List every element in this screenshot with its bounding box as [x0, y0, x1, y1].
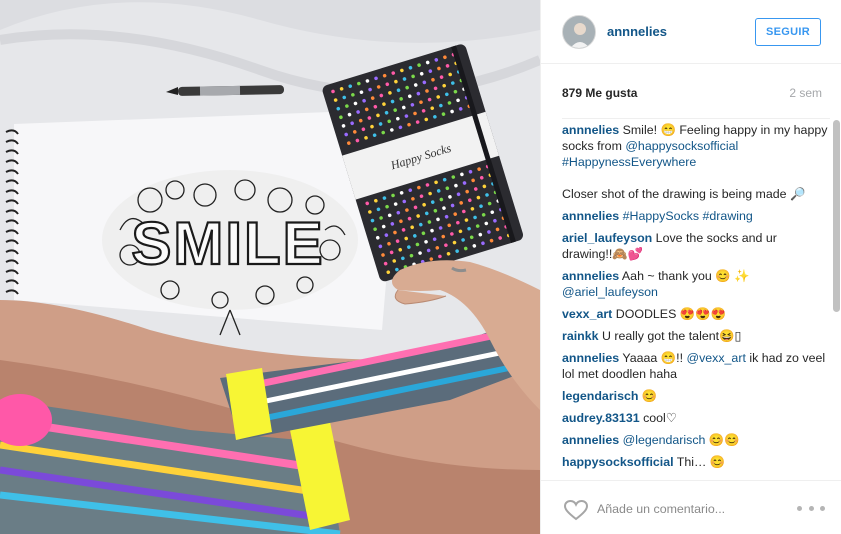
- comment-username[interactable]: vexx_art: [562, 307, 612, 321]
- comment-username[interactable]: happysocksofficial: [562, 455, 674, 469]
- comment-link[interactable]: @vexx_art: [686, 351, 745, 365]
- comment-text: U really got the talent😆▯: [598, 329, 742, 343]
- comment-link[interactable]: @happysocksofficial: [625, 139, 738, 153]
- comment-item: annnelies #HappySocks #drawing: [562, 208, 830, 224]
- comment-item: audrey.83131 cool♡: [562, 410, 830, 426]
- post-footer: [541, 480, 841, 534]
- comment-username[interactable]: annnelies: [562, 209, 619, 223]
- post-sidebar: annnelies SEGUIR 879 Me gusta 2 sem annn…: [540, 0, 841, 534]
- comment-username[interactable]: annnelies: [562, 123, 619, 137]
- comment-item: annnelies Aah ~ thank you 😊 ✨ @ariel_lau…: [562, 268, 830, 300]
- comment-username[interactable]: legendarisch: [562, 389, 638, 403]
- comment-text: DOODLES 😍😍😍: [612, 307, 727, 321]
- follow-button[interactable]: SEGUIR: [755, 18, 821, 46]
- comment-text: 😊: [638, 389, 658, 403]
- comment-link[interactable]: @ariel_laufeyson: [562, 285, 658, 299]
- avatar[interactable]: [562, 15, 596, 49]
- header-username[interactable]: annnelies: [607, 24, 667, 39]
- more-options-icon[interactable]: [797, 501, 825, 515]
- dot: [808, 505, 814, 511]
- post-header: annnelies SEGUIR: [541, 0, 841, 64]
- post-time[interactable]: 2 sem: [789, 86, 822, 100]
- comment-text: Thi… 😊: [673, 455, 726, 469]
- comment-text: cool♡: [639, 411, 677, 425]
- comment-item: annnelies @legendarisch 😊😊: [562, 432, 830, 448]
- add-comment-input[interactable]: [597, 499, 787, 519]
- like-heart-icon[interactable]: [563, 499, 589, 521]
- comment-item: annnelies Yaaaa 😁!! @vexx_art ik had zo …: [562, 350, 830, 382]
- comment-text: Closer shot of the drawing is being made…: [562, 187, 806, 201]
- comment-link[interactable]: #HappynessEverywhere: [562, 155, 696, 169]
- comment-item: happysocksofficial Thi… 😊: [562, 454, 830, 470]
- comments-scrollbar[interactable]: [833, 120, 840, 476]
- comment-username[interactable]: audrey.83131: [562, 411, 640, 425]
- avatar-image: [563, 16, 595, 48]
- comment-username[interactable]: rainkk: [562, 329, 599, 343]
- comment-text: 😊😊: [705, 433, 740, 447]
- post-stats: 879 Me gusta 2 sem: [562, 86, 822, 102]
- dot: [820, 505, 825, 511]
- scrollbar-thumb[interactable]: [833, 120, 840, 312]
- comment-username[interactable]: ariel_laufeyson: [562, 231, 652, 245]
- comment-item: rainkk U really got the talent😆▯: [562, 328, 830, 344]
- comment-username[interactable]: annnelies: [562, 269, 619, 283]
- comment-username[interactable]: annnelies: [562, 351, 619, 365]
- photo-illustration: SMILE Happy Socks: [0, 0, 540, 534]
- comment-item: vexx_art DOODLES 😍😍😍: [562, 306, 830, 322]
- comment-link[interactable]: @legendarisch: [623, 433, 706, 447]
- comment-username[interactable]: annnelies: [562, 433, 619, 447]
- comment-link[interactable]: #HappySocks: [623, 209, 699, 223]
- post-photo[interactable]: SMILE Happy Socks: [0, 0, 540, 534]
- comment-text: Aah ~ thank you 😊 ✨: [619, 269, 750, 283]
- post-container: SMILE Happy Socks annnelies SEGUIR 879 M…: [0, 0, 841, 534]
- comment-item: annnelies Smile! 😁 Feeling happy in my h…: [562, 122, 830, 202]
- comment-item: ariel_laufeyson Love the socks and ur dr…: [562, 230, 830, 262]
- dot: [797, 505, 802, 511]
- comment-link[interactable]: #drawing: [703, 209, 753, 223]
- comments-list[interactable]: annnelies Smile! 😁 Feeling happy in my h…: [562, 118, 830, 476]
- comment-item: legendarisch 😊: [562, 388, 830, 404]
- comment-text: Yaaaa 😁!!: [619, 351, 687, 365]
- drawing-word: SMILE: [131, 210, 324, 277]
- likes-count[interactable]: 879 Me gusta: [562, 86, 637, 100]
